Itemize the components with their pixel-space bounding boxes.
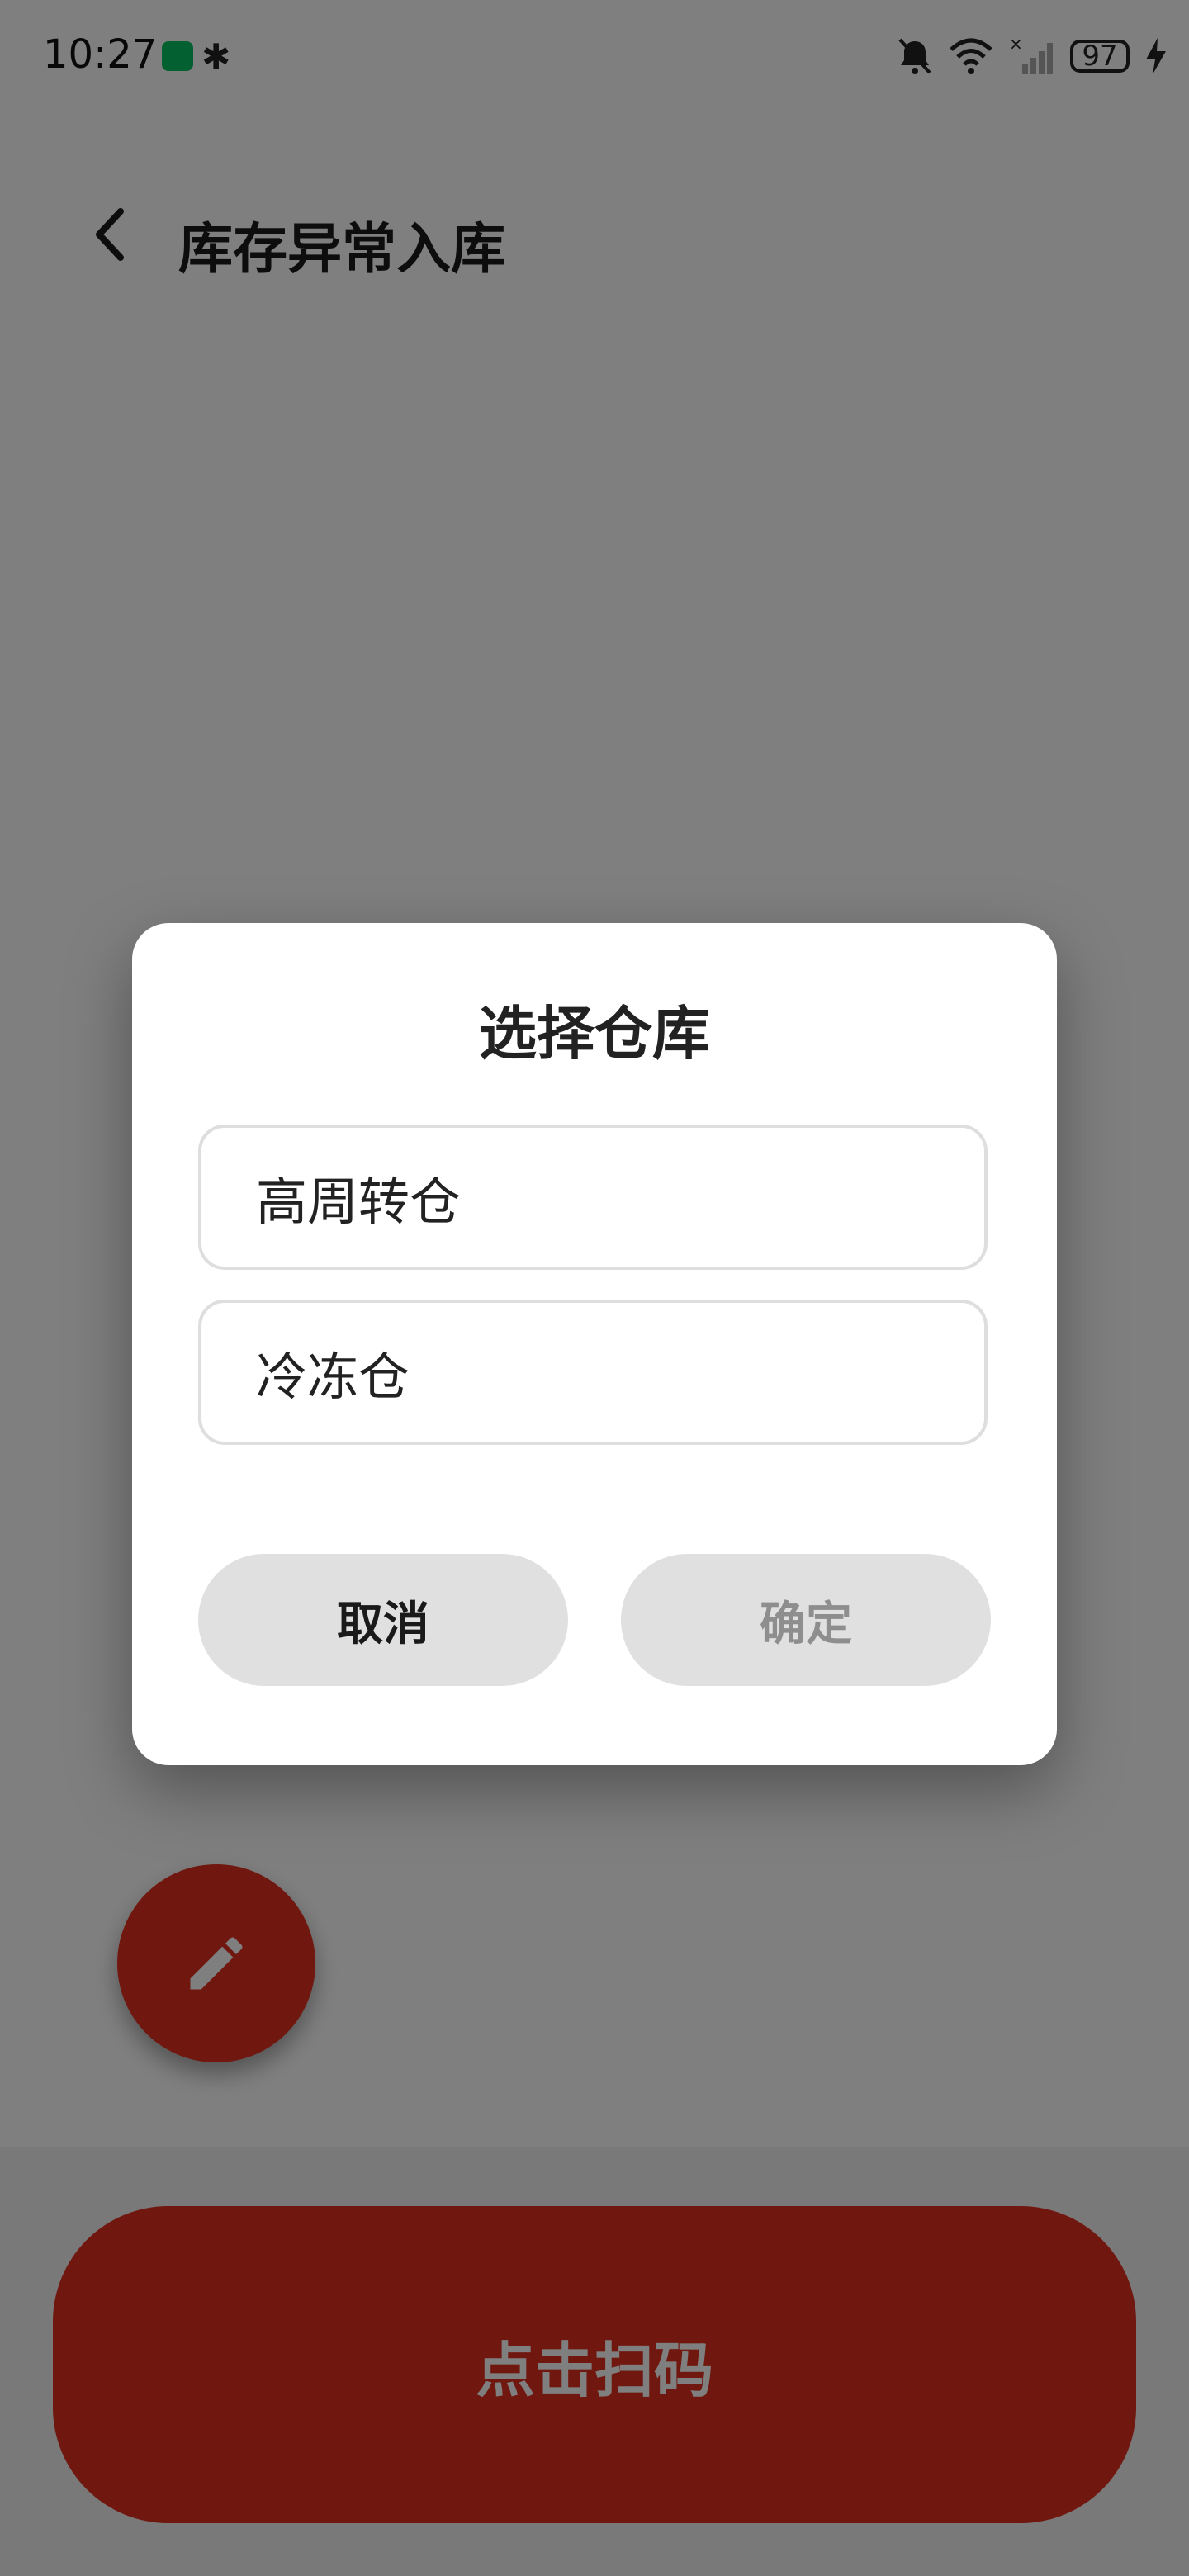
warehouse-option[interactable]: 高周转仓 [198,1125,988,1270]
select-warehouse-dialog: 选择仓库 高周转仓 冷冻仓 取消 确定 [132,923,1057,1765]
dialog-title: 选择仓库 [479,1000,710,1068]
cancel-button[interactable]: 取消 [198,1554,568,1686]
confirm-button[interactable]: 确定 [621,1554,991,1686]
warehouse-option[interactable]: 冷冻仓 [198,1300,988,1445]
